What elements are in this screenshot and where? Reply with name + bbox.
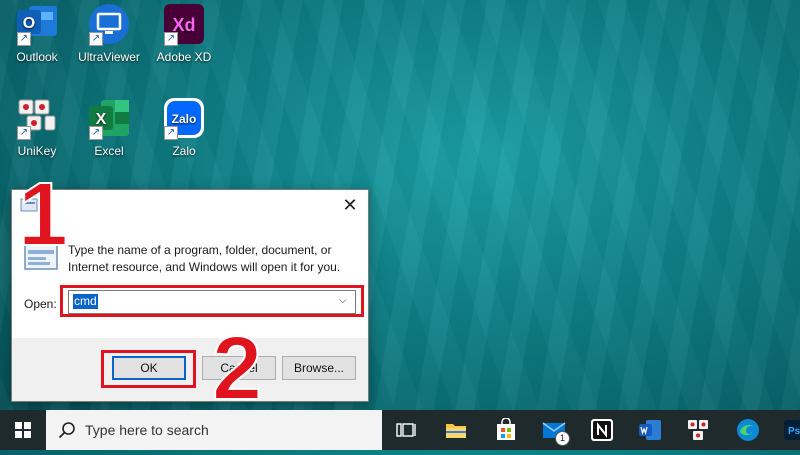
desktop-icon-label: Excel	[94, 144, 124, 158]
adobe-xd-icon: Xd ↗	[162, 2, 206, 46]
ultraviewer-icon: ↗	[87, 2, 131, 46]
desktop-icon-label: UniKey	[17, 144, 57, 158]
step-number-2: 2	[211, 319, 263, 419]
highlight-box-ok-button	[101, 350, 196, 388]
highlight-box-open-input	[60, 285, 364, 317]
shortcut-arrow-icon: ↗	[164, 32, 178, 46]
browse-button[interactable]: Browse...	[282, 356, 356, 380]
unikey-taskbar-icon[interactable]	[686, 418, 710, 442]
excel-icon: X ↗	[87, 96, 131, 140]
desktop-icon-label: Zalo	[172, 144, 196, 158]
desktop-icon-label: UltraViewer	[78, 50, 140, 64]
shortcut-arrow-icon: ↗	[17, 126, 31, 140]
outlook-icon: O ↗	[15, 2, 59, 46]
mail-badge: 1	[555, 431, 570, 446]
word-icon[interactable]	[638, 418, 662, 442]
file-explorer-icon[interactable]	[444, 418, 468, 442]
step-number-1: 1	[17, 165, 69, 265]
task-view-icon[interactable]	[394, 418, 418, 442]
mail-button[interactable]: 1	[542, 418, 570, 446]
close-button[interactable]: ✕	[340, 195, 360, 215]
desktop-icon-label: Outlook	[16, 50, 58, 64]
taskbar-search-box[interactable]: Type here to search	[46, 410, 382, 450]
edge-icon[interactable]	[736, 418, 760, 442]
zalo-icon: Zalo ↗	[162, 96, 206, 140]
open-label: Open:	[24, 297, 57, 311]
desktop-icon-ultraviewer[interactable]: ↗ UltraViewer	[72, 2, 146, 64]
svg-text:Ps: Ps	[788, 426, 800, 437]
search-placeholder: Type here to search	[85, 422, 209, 438]
unikey-icon: ↗	[15, 96, 59, 140]
desktop-icon-adobe-xd[interactable]: Xd ↗ Adobe XD	[147, 2, 221, 64]
shortcut-arrow-icon: ↗	[89, 32, 103, 46]
notion-icon[interactable]	[590, 418, 614, 442]
svg-text:O: O	[23, 15, 35, 32]
desktop-icon-zalo[interactable]: Zalo ↗ Zalo	[147, 96, 221, 158]
desktop-icon-excel[interactable]: X ↗ Excel	[72, 96, 146, 158]
shortcut-arrow-icon: ↗	[89, 126, 103, 140]
desktop-icon-label: Adobe XD	[156, 50, 212, 64]
svg-text:Zalo: Zalo	[172, 112, 197, 126]
microsoft-store-icon[interactable]	[494, 418, 518, 442]
desktop-icon-unikey[interactable]: ↗ UniKey	[0, 96, 74, 158]
photoshop-icon[interactable]: Ps	[784, 418, 800, 442]
shortcut-arrow-icon: ↗	[164, 126, 178, 140]
search-icon	[58, 422, 75, 439]
desktop-icon-outlook[interactable]: O ↗ Outlook	[0, 2, 74, 64]
taskbar: Type here to search 1 Ps	[0, 410, 800, 450]
shortcut-arrow-icon: ↗	[17, 32, 31, 46]
run-description: Type the name of a program, folder, docu…	[68, 243, 341, 274]
windows-start-icon	[15, 422, 31, 438]
start-button[interactable]	[0, 410, 46, 450]
